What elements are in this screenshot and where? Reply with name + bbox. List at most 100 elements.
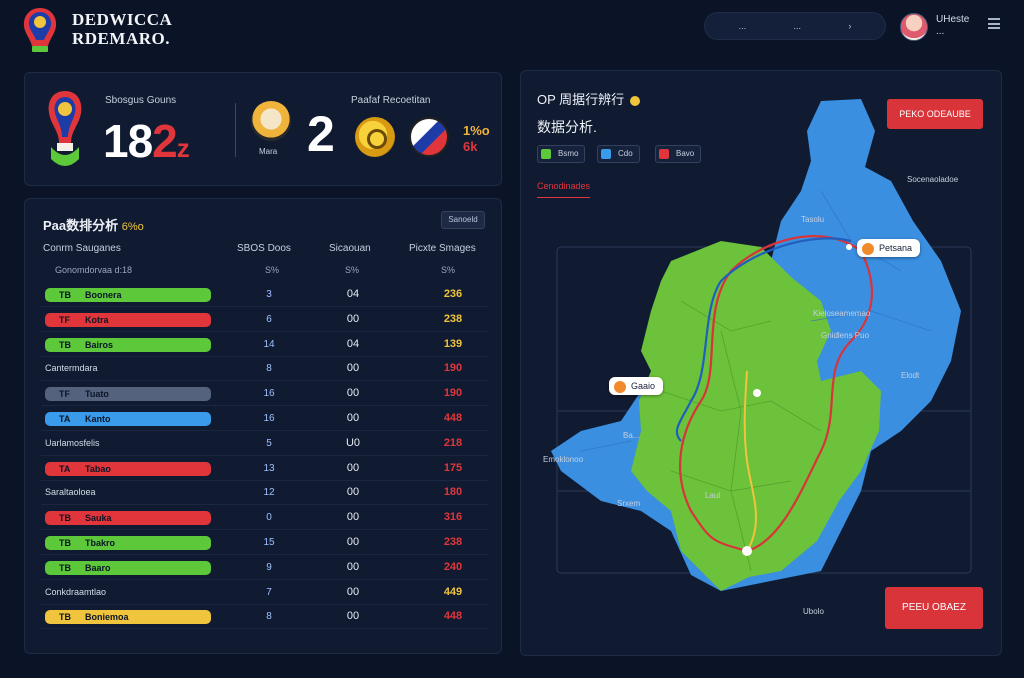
team-code: TF — [59, 389, 70, 400]
table-row[interactable]: TB Tbakro 15 00 238 — [41, 531, 489, 555]
cell-col-2: 8 — [266, 611, 272, 623]
cell-col-3: U0 — [345, 436, 361, 449]
top-action-button[interactable]: PEKO ODEAUBE — [887, 99, 983, 129]
score-value: 182z — [103, 115, 190, 172]
table-row[interactable]: TB Bairos 14 04 139 — [41, 333, 489, 357]
column-header-4[interactable]: Picxte Smages — [409, 243, 476, 254]
table-title-text: Paa数排分析 — [43, 218, 119, 233]
table-filter-button[interactable]: Sanoeld — [441, 211, 485, 229]
cell-col-2: 13 — [263, 462, 275, 474]
cell-col-3: 00 — [346, 536, 360, 548]
cell-col-2: 15 — [263, 537, 275, 548]
info-dot-icon[interactable] — [630, 95, 641, 106]
table-row[interactable]: TF Kotra 6 00 238 — [41, 308, 489, 332]
map-label-4: Gnidlens Puo — [821, 331, 870, 340]
team-code: TB — [59, 612, 71, 623]
legend-chip-2[interactable]: Cdo — [597, 145, 640, 163]
cell-col-4: 238 — [443, 312, 463, 325]
map-label-1: Tasolu — [801, 215, 825, 224]
legend-chip-3[interactable]: Bavo — [655, 145, 702, 163]
mascot-icon[interactable] — [251, 101, 291, 141]
table-row[interactable]: TA Tabao 13 00 175 — [41, 457, 489, 481]
column-header-2[interactable]: SBOS Doos — [237, 243, 291, 254]
nav-item-1[interactable]: ... — [739, 21, 747, 31]
table-title-highlight: 6%o — [121, 221, 144, 233]
team-pill[interactable]: TB Baaro — [45, 560, 211, 575]
map-label-10: Ubolo — [803, 607, 824, 616]
cell-col-2: 6 — [266, 313, 272, 325]
flag-ball-icon[interactable] — [409, 117, 449, 157]
ranking-table-panel: Paa数排分析 6%o Sanoeld Conrm Sauganes SBOS … — [24, 198, 502, 654]
table-row[interactable]: Cantermdara 8 00 190 — [41, 357, 489, 382]
cell-col-2: 16 — [263, 388, 275, 400]
cell-col-3: 00 — [346, 560, 360, 573]
score-main: 18 — [103, 115, 153, 167]
cell-col-2: 8 — [266, 363, 272, 375]
team-pill[interactable]: TB Sauka — [45, 511, 211, 526]
table-row[interactable]: TB Sauka 0 00 316 — [41, 506, 489, 531]
table-row[interactable]: Conkdraamtlao 7 00 449 — [41, 581, 489, 605]
map-label-8: Srxem — [617, 499, 641, 508]
gold-ball-icon[interactable] — [355, 117, 395, 157]
team-name: Baaro — [85, 562, 111, 573]
trophy-icon — [48, 91, 82, 166]
team-pill[interactable]: TB Bairos — [45, 337, 211, 352]
table-row[interactable]: TB Boonera 3 04 236 — [41, 283, 489, 307]
top-nav: ... ... › — [704, 12, 886, 40]
cell-col-3: 00 — [346, 486, 360, 499]
table-row[interactable]: TF Tuato 16 00 190 — [41, 382, 489, 407]
team-pill[interactable]: TF Kotra — [45, 312, 211, 327]
cell-col-2: 3 — [266, 289, 272, 300]
team-pill[interactable]: TF Tuato — [45, 387, 211, 402]
cell-col-4: 448 — [443, 412, 463, 424]
team-code: TB — [59, 562, 71, 573]
cell-col-4: 180 — [443, 486, 463, 499]
subheader-3: S% — [345, 265, 360, 275]
map-label-2: Socenaoladoe — [907, 175, 959, 184]
team-name: Kotra — [85, 314, 109, 325]
chevron-right-icon[interactable]: › — [848, 21, 851, 31]
table-row[interactable]: Uarlamosfelis 5 U0 218 — [41, 432, 489, 456]
avatar[interactable] — [900, 13, 928, 41]
world-cup-logo-icon[interactable] — [20, 6, 60, 54]
team-code: TB — [59, 290, 71, 300]
cell-col-4: 240 — [443, 560, 463, 573]
cell-col-4: 449 — [443, 585, 463, 598]
divider — [235, 103, 236, 157]
team-name: Uarlamosfelis — [45, 437, 100, 448]
side-value-1: 1%o — [463, 123, 490, 138]
brand-name[interactable]: DEDWICCA RDEMARO. — [72, 10, 172, 48]
score-panel: Sbosgus Gouns 182z Mara Paafaf Recoetita… — [24, 72, 502, 186]
region-map[interactable] — [521, 71, 1003, 657]
team-pill[interactable]: TA Tabao — [45, 461, 211, 476]
map-label-9: Laul — [705, 491, 721, 500]
team-name: Bairos — [85, 339, 114, 350]
table-row[interactable]: TA Kanto 16 00 448 — [41, 407, 489, 431]
bottom-action-button[interactable]: PEEU OBAEZ — [885, 587, 983, 629]
map-label-6: Ba... — [623, 431, 640, 440]
map-callout-1[interactable]: Petsana — [857, 239, 921, 257]
recognition-label: Paafaf Recoetitan — [351, 95, 431, 106]
cell-col-4: 190 — [443, 387, 463, 400]
team-pill[interactable]: TB Tbakro — [45, 536, 211, 550]
map-callout-2[interactable]: Gaaio — [609, 377, 664, 395]
team-pill[interactable]: TB Boonera — [45, 288, 211, 302]
team-pill[interactable]: TA Kanto — [45, 412, 211, 426]
team-pill[interactable]: TB Boniemoa — [45, 610, 211, 625]
map-tab-link[interactable]: Cenodinades — [537, 181, 591, 198]
table-row[interactable]: TB Baaro 9 00 240 — [41, 556, 489, 580]
column-header-team[interactable]: Conrm Sauganes — [43, 243, 121, 254]
column-header-3[interactable]: Sicaouan — [329, 243, 371, 254]
table-row[interactable]: TB Boniemoa 8 00 448 — [41, 605, 489, 630]
table-row[interactable]: Saraltaoloea 12 00 180 — [41, 481, 489, 506]
score-suffix: z — [176, 133, 190, 163]
cell-col-3: 00 — [346, 387, 360, 400]
team-code: TB — [59, 513, 71, 524]
legend-chip-1[interactable]: Bsmo — [537, 145, 586, 163]
user-info[interactable]: UHeste ... — [936, 14, 969, 38]
cell-col-3: 00 — [346, 461, 360, 474]
menu-icon[interactable] — [988, 18, 1000, 29]
team-name: Tuato — [85, 389, 109, 400]
nav-item-2[interactable]: ... — [793, 21, 801, 31]
cell-col-2: 14 — [263, 338, 275, 350]
